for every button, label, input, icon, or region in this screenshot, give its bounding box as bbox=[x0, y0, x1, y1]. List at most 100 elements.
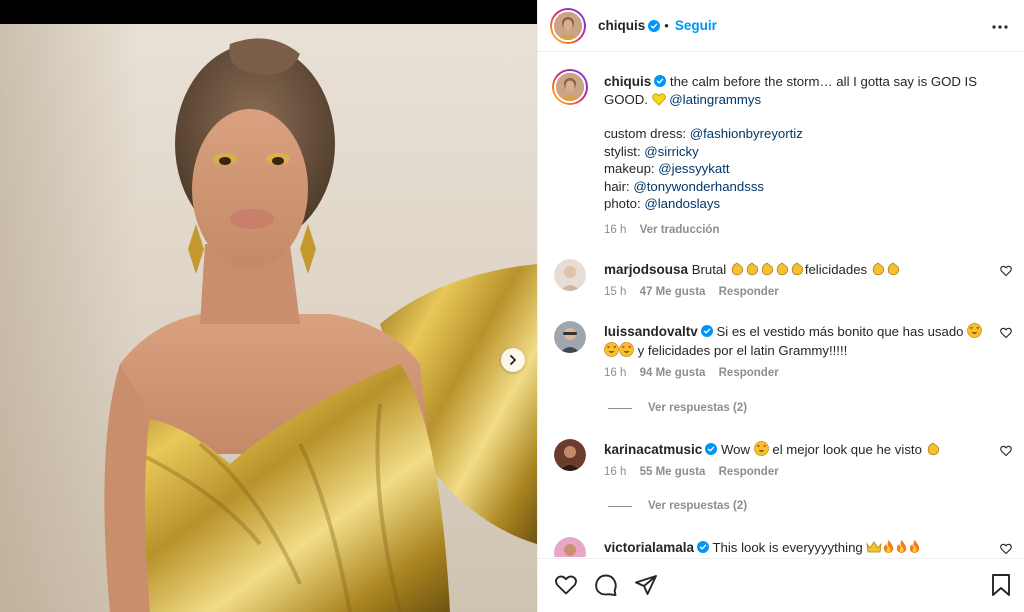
heart-eyes-emoji-icon bbox=[967, 323, 983, 338]
replies-line bbox=[608, 407, 632, 409]
comment-time[interactable]: 16 h bbox=[604, 367, 626, 379]
fire-icon bbox=[884, 540, 894, 553]
credit-label: stylist: bbox=[604, 143, 645, 159]
comment-body: karinacatmusic Wow el mejor look que he … bbox=[604, 440, 989, 482]
caption-time[interactable]: 16 h bbox=[604, 224, 626, 236]
yellow-heart-icon bbox=[651, 92, 666, 106]
credit-handle[interactable]: @sirricky bbox=[644, 144, 698, 159]
heart-icon[interactable] bbox=[1000, 265, 1012, 277]
caption-meta: 16 h Ver traducción bbox=[604, 222, 984, 240]
post-header: chiquis • Seguir bbox=[538, 0, 1024, 52]
credit-label: photo: bbox=[604, 196, 645, 211]
credit-label: hair: bbox=[604, 178, 634, 194]
comment-meta: 16 h 94 Me gusta Responder bbox=[604, 364, 989, 383]
caption-avatar-ring[interactable] bbox=[552, 69, 588, 105]
credit-stylist: stylist: @sirricky bbox=[604, 143, 984, 161]
credit-makeup: makeup: @jessyykatt bbox=[604, 160, 984, 178]
credit-handle[interactable]: @landoslays bbox=[644, 196, 720, 211]
media-top-bar bbox=[0, 0, 537, 24]
commenter-avatar[interactable] bbox=[554, 537, 586, 557]
comment-meta: 16 h 55 Me gusta Responder bbox=[604, 463, 989, 482]
heart-eyes-emoji-icon bbox=[619, 342, 634, 357]
comment-bubble-icon[interactable] bbox=[594, 573, 618, 597]
comment-item: karinacatmusic Wow el mejor look que he … bbox=[552, 437, 1012, 487]
credit-hair: hair: @tonywonderhandsss bbox=[604, 178, 984, 196]
credit-handle[interactable]: @tonywonderhandsss bbox=[633, 179, 764, 194]
verified-badge-icon bbox=[700, 325, 713, 337]
clapping-hands-icon bbox=[761, 262, 773, 276]
reply-button[interactable]: Responder bbox=[719, 466, 779, 478]
heart-eyes-emoji-icon bbox=[753, 441, 769, 456]
comments-scroll-area[interactable]: chiquis the calm before the storm… all I… bbox=[538, 53, 1024, 557]
more-horizontal-icon[interactable] bbox=[991, 18, 1009, 36]
photo-illustration bbox=[104, 38, 537, 612]
next-photo-button[interactable] bbox=[501, 348, 525, 372]
commenter-avatar[interactable] bbox=[554, 321, 586, 353]
instagram-post-viewer: chiquis • Seguir chiquis the calm before… bbox=[0, 0, 1024, 612]
replies-line bbox=[608, 505, 632, 507]
comment-text-2: felicidades bbox=[804, 262, 871, 277]
comment-likes[interactable]: 94 Me gusta bbox=[640, 367, 706, 379]
chevron-right-icon bbox=[510, 355, 516, 365]
comment-text: Brutal bbox=[688, 262, 730, 277]
comment-text-2: el mejor look que he visto bbox=[768, 442, 926, 457]
comment-time[interactable]: 15 h bbox=[604, 286, 626, 298]
credit-handle[interactable]: @fashionbyreyortiz bbox=[690, 126, 803, 141]
clapping-hands-icon bbox=[776, 262, 788, 276]
view-replies-button[interactable]: Ver respuestas (2) bbox=[608, 500, 747, 512]
caption-text: chiquis the calm before the storm… all I… bbox=[604, 73, 984, 239]
verified-badge-icon bbox=[705, 443, 718, 455]
caption-username[interactable]: chiquis bbox=[604, 74, 651, 89]
author-avatar-ring[interactable] bbox=[550, 7, 586, 44]
comment-text-2: y felicidades por el latin Grammy!!!!! bbox=[634, 343, 848, 358]
verified-badge-icon bbox=[654, 75, 667, 87]
heart-icon[interactable] bbox=[554, 573, 578, 597]
commenter-avatar[interactable] bbox=[554, 259, 586, 291]
post-action-bar bbox=[538, 558, 1024, 612]
credit-label: custom dress: bbox=[604, 126, 690, 141]
clapping-hands-icon bbox=[731, 262, 743, 276]
post-sidebar: chiquis • Seguir chiquis the calm before… bbox=[537, 0, 1024, 612]
translate-link[interactable]: Ver traducción bbox=[640, 224, 720, 236]
commenter-avatar[interactable] bbox=[554, 439, 586, 471]
heart-icon[interactable] bbox=[1000, 327, 1012, 339]
view-replies-label: Ver respuestas (2) bbox=[648, 500, 748, 512]
reply-button[interactable]: Responder bbox=[719, 286, 779, 298]
post-photo[interactable] bbox=[0, 24, 537, 612]
fire-icon bbox=[910, 540, 920, 553]
comment-likes[interactable]: 47 Me gusta bbox=[640, 286, 706, 298]
comment-body: marjodsousa Brutal felicidades 15 h 47 M… bbox=[604, 260, 989, 302]
heart-icon[interactable] bbox=[1000, 445, 1012, 457]
comment-item: marjodsousa Brutal felicidades 15 h 47 M… bbox=[552, 257, 1012, 307]
credit-label: makeup: bbox=[604, 161, 659, 176]
comment-item: victorialamala This look is everyyyythin… bbox=[552, 535, 1012, 557]
comment-text: This look is everyyyything bbox=[709, 540, 867, 555]
post-caption: chiquis the calm before the storm… all I… bbox=[552, 69, 992, 249]
clapping-hands-icon bbox=[791, 262, 803, 276]
comment-username[interactable]: marjodsousa bbox=[604, 262, 688, 277]
credit-handle[interactable]: @jessyykatt bbox=[658, 161, 729, 176]
verified-badge-icon bbox=[648, 19, 661, 32]
comment-username[interactable]: victorialamala bbox=[604, 540, 694, 555]
crown-icon bbox=[866, 541, 882, 553]
comment-username[interactable]: karinacatmusic bbox=[604, 442, 702, 457]
comment-likes[interactable]: 55 Me gusta bbox=[640, 466, 706, 478]
comment-time[interactable]: 16 h bbox=[604, 466, 626, 478]
reply-button[interactable]: Responder bbox=[719, 367, 779, 379]
clapping-hands-icon bbox=[927, 442, 939, 456]
paper-plane-icon[interactable] bbox=[634, 573, 658, 597]
clap-emoji-group bbox=[730, 262, 805, 277]
bookmark-icon[interactable] bbox=[990, 573, 1012, 597]
verified-badge-icon bbox=[697, 541, 710, 553]
fire-icon bbox=[897, 540, 907, 553]
caption-avatar bbox=[556, 73, 584, 101]
clapping-hands-icon bbox=[872, 262, 884, 276]
heart-icon[interactable] bbox=[1000, 543, 1012, 555]
follow-button[interactable]: Seguir bbox=[675, 18, 717, 33]
view-replies-button[interactable]: Ver respuestas (2) bbox=[608, 402, 747, 414]
mention-latingrammys[interactable]: @latingrammys bbox=[669, 92, 761, 107]
heart-eyes-emoji-icon bbox=[604, 342, 619, 357]
credit-dress: custom dress: @fashionbyreyortiz bbox=[604, 125, 984, 143]
author-username[interactable]: chiquis bbox=[598, 18, 645, 33]
comment-username[interactable]: luissandovaltv bbox=[604, 324, 698, 339]
